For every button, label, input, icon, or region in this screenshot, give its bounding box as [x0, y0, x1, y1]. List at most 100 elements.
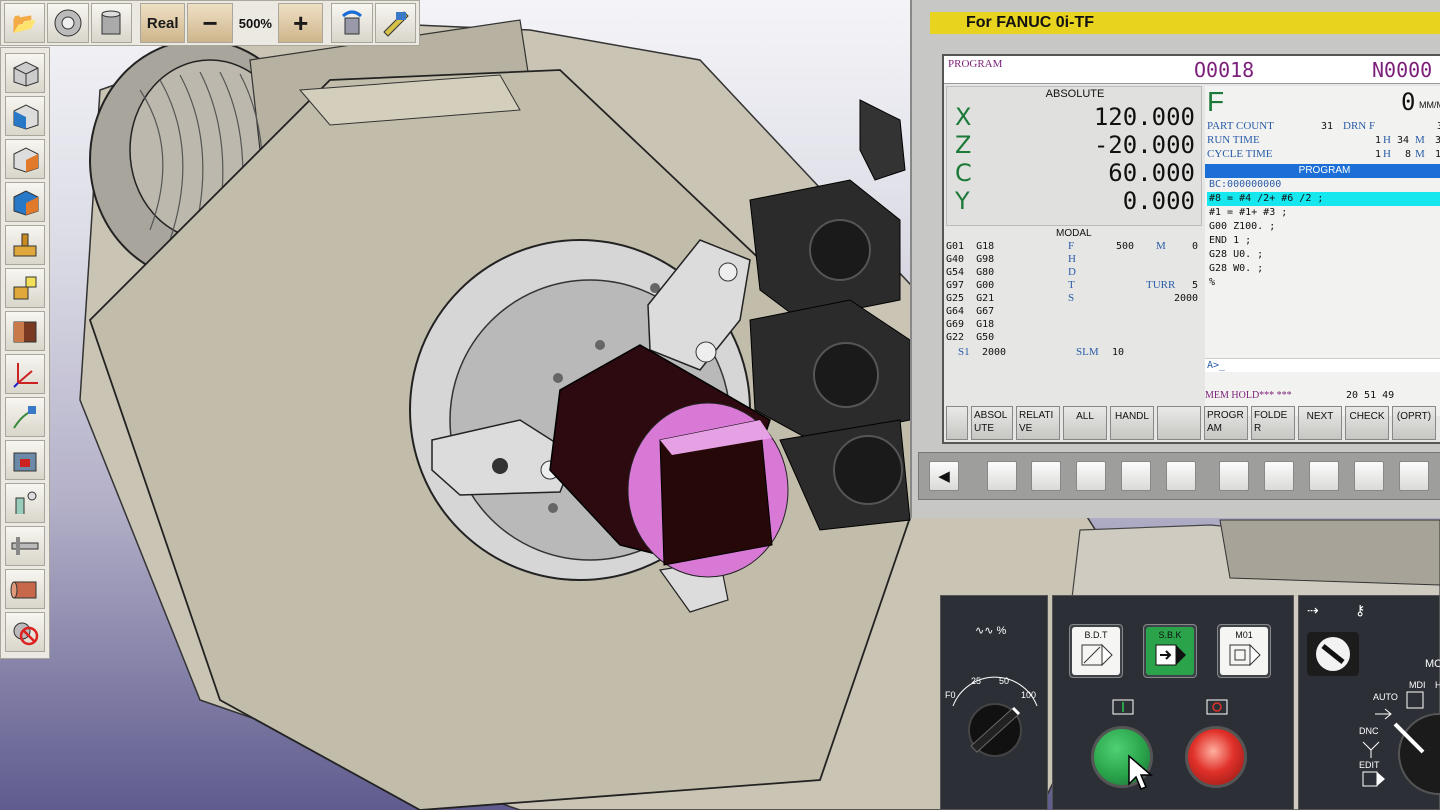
- zoom-in-button[interactable]: +: [278, 3, 324, 43]
- part-count-label: PART COUNT: [1207, 120, 1274, 132]
- probe-button[interactable]: [5, 483, 45, 523]
- override-dial[interactable]: [941, 596, 1049, 810]
- axis-view-button[interactable]: [5, 354, 45, 394]
- mode-select-panel: ⇢ ⚷ AUTO MDI DNC EDIT MO H: [1298, 595, 1440, 810]
- folder-icon: 📂: [12, 12, 38, 35]
- feed-hold-button[interactable]: [1185, 726, 1247, 788]
- softkey-button-6[interactable]: [1219, 461, 1249, 491]
- status-line: MEM HOLD*** ***: [1205, 390, 1292, 401]
- edit-icon: [1362, 771, 1378, 787]
- toolpath-icon: [13, 406, 37, 429]
- softkey-relative[interactable]: RELATIVE: [1016, 406, 1060, 440]
- softkey-next[interactable]: NEXT: [1298, 406, 1342, 440]
- run-time-seconds: 3: [1435, 135, 1440, 146]
- measure-tool-icon: [383, 11, 410, 37]
- mouse-cursor-icon: [1128, 754, 1154, 790]
- softkey-button-9[interactable]: [1354, 461, 1384, 491]
- machine-view-button[interactable]: [5, 225, 45, 265]
- view-side-button[interactable]: [5, 139, 45, 179]
- run-time-h-unit: H: [1383, 134, 1391, 146]
- softkey-button-4[interactable]: [1121, 461, 1151, 491]
- softkey-button-2[interactable]: [1031, 461, 1061, 491]
- view-front-button[interactable]: [5, 96, 45, 136]
- view-top-button[interactable]: [5, 182, 45, 222]
- cylinder-icon: [101, 10, 121, 35]
- no-collision-button[interactable]: [5, 612, 45, 652]
- softkey-button-1[interactable]: [987, 461, 1017, 491]
- axis-value: 0.000: [1122, 187, 1195, 215]
- feed-value: 0: [1401, 88, 1416, 116]
- softkey-blank-2[interactable]: [1157, 406, 1201, 440]
- simulation-button[interactable]: [5, 440, 45, 480]
- axis-row-z: Z -20.000: [955, 131, 1199, 159]
- tool-change-button[interactable]: [331, 3, 373, 43]
- real-mode-button[interactable]: Real: [140, 3, 186, 43]
- softkey-handle[interactable]: HANDL: [1110, 406, 1154, 440]
- program-number: O0018: [1194, 58, 1255, 82]
- slm-label: SLM: [1076, 346, 1099, 358]
- run-time-label: RUN TIME: [1207, 134, 1260, 146]
- softkey-absolute[interactable]: ABSOLUTE: [971, 406, 1013, 440]
- softkey-blank[interactable]: [946, 406, 968, 440]
- program-line-current: #8 = #4 /2+ #6 /2 ;: [1207, 192, 1440, 206]
- top-toolbar: 📂 Real − 500% +: [0, 0, 420, 46]
- softkey-program[interactable]: PROGRAM: [1204, 406, 1248, 440]
- simulation-icon: [13, 452, 37, 472]
- zoom-out-button[interactable]: −: [187, 3, 233, 43]
- softkey-check[interactable]: CHECK: [1345, 406, 1389, 440]
- softkey-button-7[interactable]: [1264, 461, 1294, 491]
- axis-value: -20.000: [1093, 131, 1195, 159]
- toolpath-button[interactable]: [5, 397, 45, 437]
- screen-header: PROGRAM O0018 N0000: [944, 56, 1440, 84]
- modal-param-label: D: [1068, 266, 1076, 278]
- probe-icon: [15, 491, 37, 514]
- cylinder-stock-icon: [10, 581, 37, 599]
- cylinder-stock-button[interactable]: [5, 569, 45, 609]
- stock-view-button[interactable]: [5, 311, 45, 351]
- program-line: END 1 ;: [1209, 235, 1252, 246]
- axis-label: Z: [955, 131, 972, 159]
- softkey-button-row: ◀: [918, 452, 1440, 500]
- axis-row-y: Y 0.000: [955, 187, 1199, 215]
- chuck-view-button[interactable]: [47, 3, 89, 43]
- tool-view-button[interactable]: [5, 268, 45, 308]
- absolute-position-panel: ABSOLUTE X 120.000 Z -20.000 C 60.000 Y 0.00…: [946, 86, 1202, 226]
- caliper-button[interactable]: [5, 526, 45, 566]
- part-count-value: 31: [1321, 121, 1334, 132]
- cube-orange-side-icon: [13, 147, 39, 173]
- softkey-bar: ABSOLUTE RELATIVE ALL HANDL PROGRAM FOLD…: [946, 406, 1440, 442]
- modal-param-label: TURR: [1146, 279, 1176, 291]
- run-time-m-unit: M: [1415, 134, 1425, 146]
- softkey-all[interactable]: ALL: [1063, 406, 1107, 440]
- modal-param-label: H: [1068, 253, 1076, 265]
- cycle-time-seconds: 1: [1435, 149, 1440, 160]
- softkey-button-5[interactable]: [1166, 461, 1196, 491]
- softkey-button-8[interactable]: [1309, 461, 1339, 491]
- program-line: %: [1209, 277, 1216, 288]
- s1-value: 2000: [982, 347, 1007, 358]
- machine-icon: [13, 233, 37, 257]
- auto-arrow-icon: [1375, 708, 1392, 720]
- feed-unit: MM/M: [1419, 100, 1440, 110]
- back-softkey-button[interactable]: ◀: [929, 461, 959, 491]
- workpiece-view-button[interactable]: [90, 3, 133, 43]
- softkey-folder[interactable]: FOLDER: [1251, 406, 1295, 440]
- program-line: G00 Z100. ;: [1209, 221, 1276, 232]
- modal-panel: MODAL G01 G18 G40 G98 G54 G80 G97 G00 G2…: [946, 228, 1202, 360]
- cycle-buttons: [1112, 699, 1228, 715]
- view-iso-button[interactable]: [5, 53, 45, 93]
- command-input-line[interactable]: A>_: [1205, 358, 1440, 372]
- softkey-operation[interactable]: (OPRT): [1392, 406, 1436, 440]
- zoom-level: 500%: [238, 15, 272, 31]
- axis-xyz-icon: [13, 363, 38, 388]
- tool-holder-icon: [341, 10, 362, 35]
- modal-label: MODAL: [1056, 228, 1092, 239]
- axis-label: C: [955, 159, 972, 187]
- softkey-button-10[interactable]: [1399, 461, 1429, 491]
- softkey-button-3[interactable]: [1076, 461, 1106, 491]
- stock-icon: [13, 321, 37, 343]
- open-file-button[interactable]: 📂: [4, 3, 46, 43]
- program-line: BC:000000000: [1209, 179, 1282, 190]
- measure-button[interactable]: [374, 3, 417, 43]
- left-toolbar: [0, 47, 50, 659]
